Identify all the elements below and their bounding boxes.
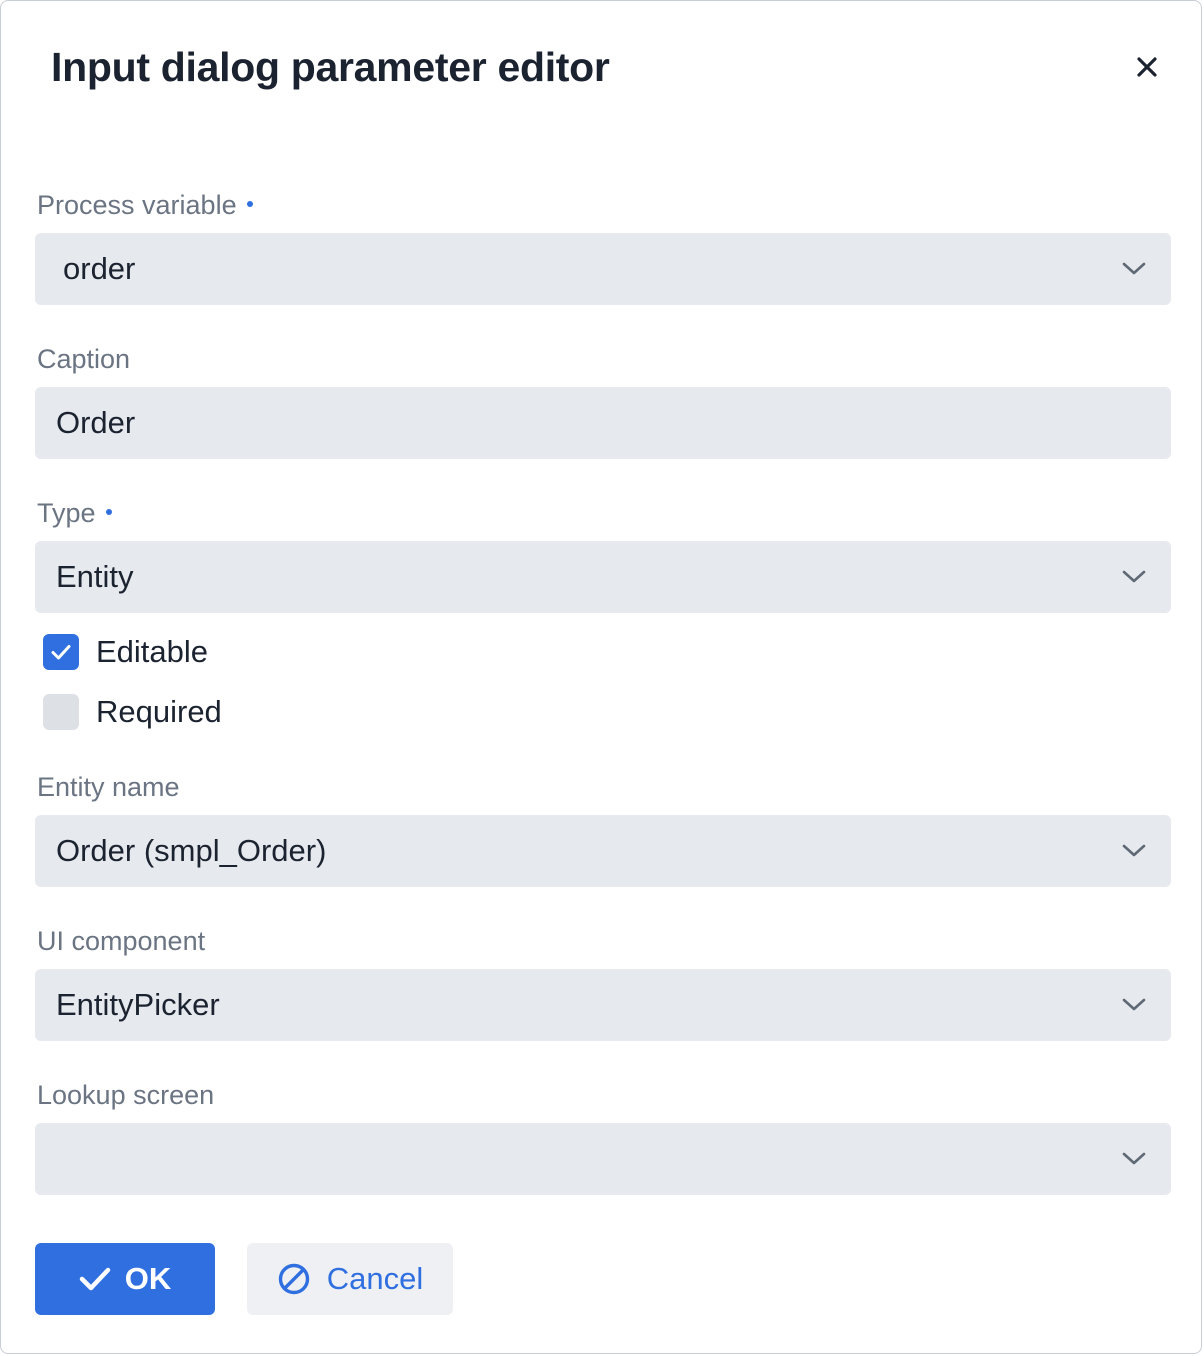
lookup-screen-label: Lookup screen bbox=[37, 1080, 215, 1110]
chevron-down-icon bbox=[1122, 262, 1146, 275]
caption-input[interactable]: Order bbox=[35, 387, 1171, 459]
parameter-editor-dialog: Input dialog parameter editor Process va… bbox=[0, 0, 1202, 1354]
chevron-down-icon bbox=[1122, 1152, 1146, 1165]
process-variable-value: order bbox=[63, 251, 136, 286]
process-variable-select[interactable]: order bbox=[35, 233, 1171, 305]
entity-name-select[interactable]: Order (smpl_Order) bbox=[35, 815, 1171, 887]
editable-checkbox-row[interactable]: Editable bbox=[43, 632, 208, 672]
process-variable-label-text: Process variable bbox=[37, 190, 237, 220]
check-icon bbox=[51, 645, 71, 660]
type-select[interactable]: Entity bbox=[35, 541, 1171, 613]
close-button[interactable] bbox=[1127, 47, 1167, 87]
ui-component-value: EntityPicker bbox=[56, 987, 220, 1022]
type-label: Type bbox=[37, 496, 112, 530]
lookup-screen-select[interactable] bbox=[35, 1123, 1171, 1195]
chevron-down-icon bbox=[1122, 998, 1146, 1011]
required-indicator bbox=[246, 200, 253, 207]
ui-component-select[interactable]: EntityPicker bbox=[35, 969, 1171, 1041]
editable-checkbox[interactable] bbox=[43, 634, 79, 670]
entity-name-value: Order (smpl_Order) bbox=[56, 833, 327, 868]
caption-value: Order bbox=[56, 405, 136, 440]
close-icon bbox=[1137, 57, 1157, 77]
chevron-down-icon bbox=[1122, 570, 1146, 583]
editable-label: Editable bbox=[96, 634, 209, 669]
check-icon bbox=[79, 1267, 110, 1291]
ok-button[interactable]: OK bbox=[35, 1243, 215, 1315]
ok-button-label: OK bbox=[124, 1261, 172, 1296]
cancel-button[interactable]: Cancel bbox=[247, 1243, 453, 1315]
entity-name-label: Entity name bbox=[37, 772, 180, 802]
type-value: Entity bbox=[56, 559, 134, 594]
ban-icon bbox=[278, 1263, 309, 1295]
chevron-down-icon bbox=[1122, 844, 1146, 857]
caption-label: Caption bbox=[37, 344, 131, 374]
type-label-text: Type bbox=[37, 498, 96, 528]
process-variable-label: Process variable bbox=[37, 188, 253, 222]
required-label: Required bbox=[96, 694, 222, 729]
required-indicator bbox=[105, 508, 112, 515]
ui-component-label: UI component bbox=[37, 926, 206, 956]
dialog-title: Input dialog parameter editor bbox=[51, 44, 610, 90]
cancel-button-label: Cancel bbox=[326, 1261, 424, 1296]
required-checkbox-row[interactable]: Required bbox=[43, 692, 222, 732]
required-checkbox[interactable] bbox=[43, 694, 79, 730]
